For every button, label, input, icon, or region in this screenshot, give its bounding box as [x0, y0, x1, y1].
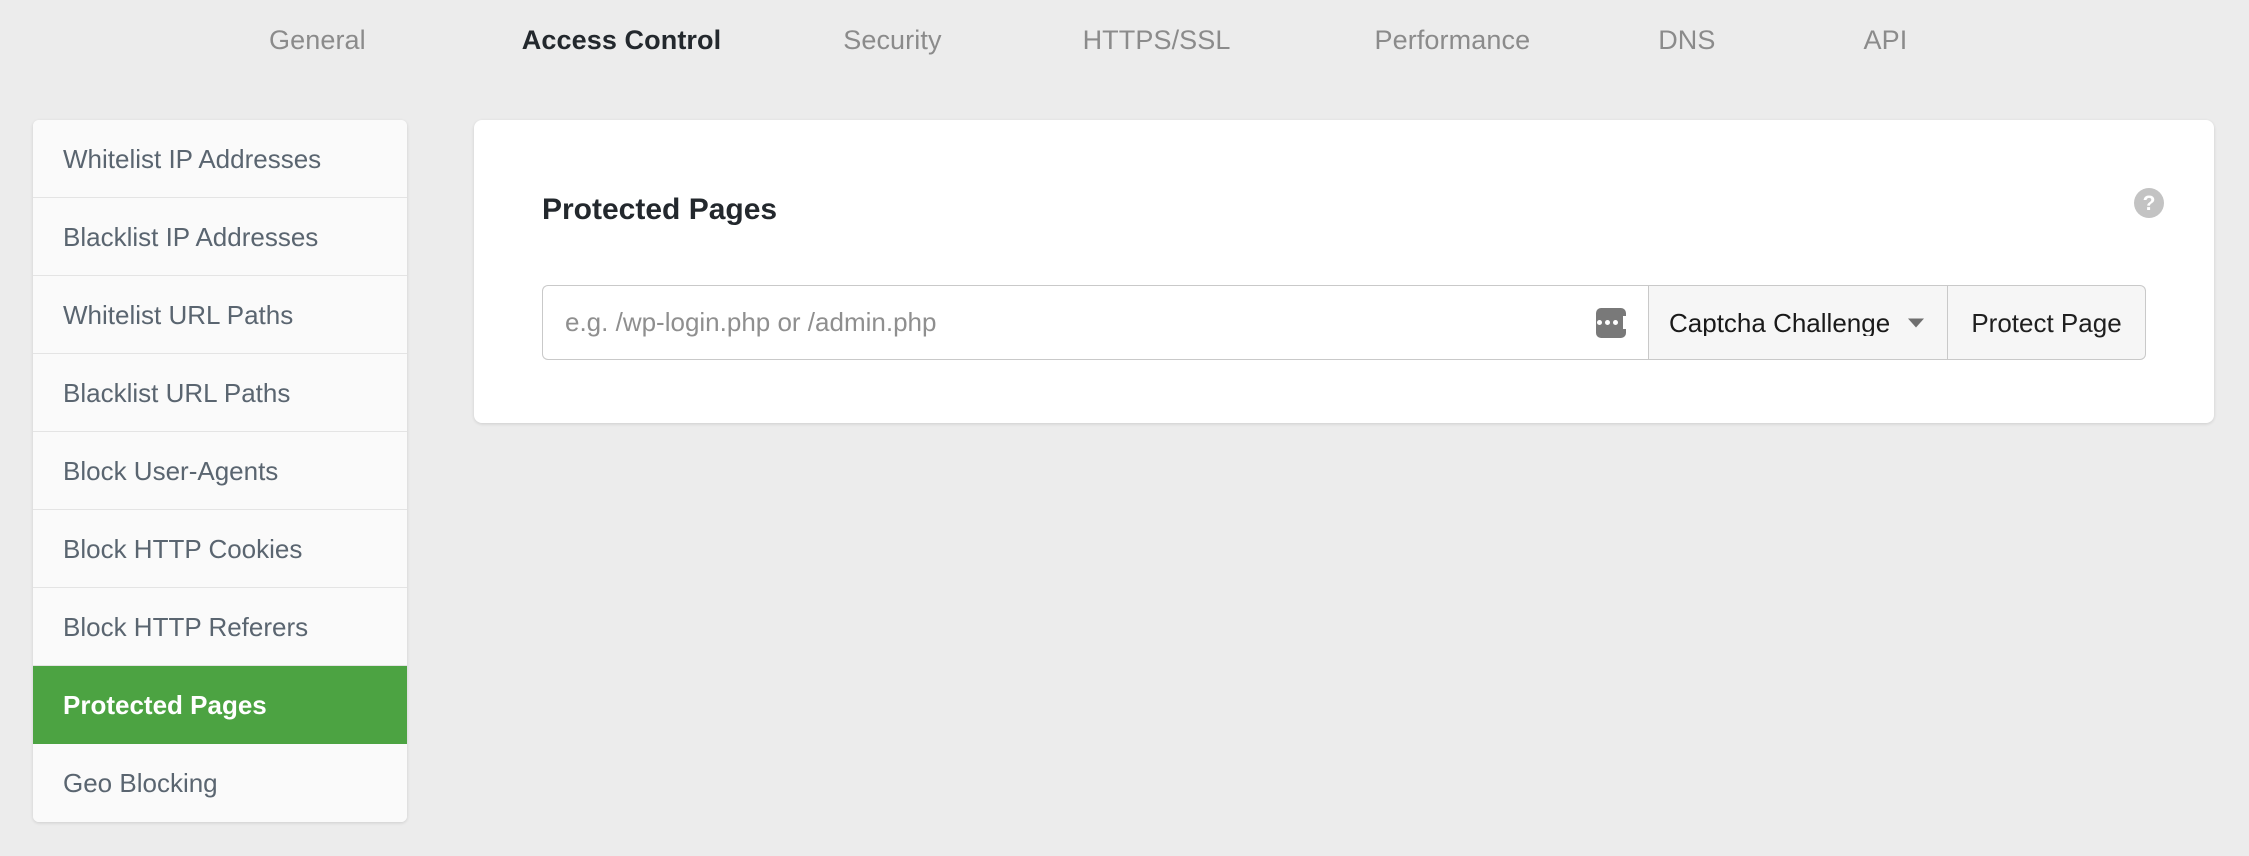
path-field-wrapper	[542, 285, 1648, 360]
sidebar-item-label: Blacklist URL Paths	[63, 377, 291, 408]
tab-https-ssl[interactable]: HTTPS/SSL	[1079, 21, 1235, 60]
challenge-type-wrapper: Captcha Challenge	[1648, 285, 1948, 360]
sidebar-item-protected-pages[interactable]: Protected Pages	[33, 666, 407, 744]
tab-security[interactable]: Security	[839, 21, 945, 60]
sidebar-item-whitelist-url-paths[interactable]: Whitelist URL Paths	[33, 276, 407, 354]
sidebar-item-block-http-cookies[interactable]: Block HTTP Cookies	[33, 510, 407, 588]
password-manager-icon[interactable]	[1596, 307, 1626, 338]
sidebar-item-geo-blocking[interactable]: Geo Blocking	[33, 744, 407, 822]
sidebar-item-block-http-referers[interactable]: Block HTTP Referers	[33, 588, 407, 666]
sidebar-item-label: Geo Blocking	[63, 768, 218, 798]
question-mark-circle-icon[interactable]: ?	[2134, 188, 2164, 218]
sidebar-item-label: Blacklist IP Addresses	[63, 221, 319, 252]
tab-performance[interactable]: Performance	[1371, 21, 1535, 60]
sidebar-item-whitelist-ip-addresses[interactable]: Whitelist IP Addresses	[33, 120, 407, 198]
sidebar-item-block-user-agents[interactable]: Block User-Agents	[33, 432, 407, 510]
tab-dns[interactable]: DNS	[1654, 21, 1719, 60]
protect-page-button[interactable]: Protect Page	[1948, 285, 2146, 360]
settings-tab-bar: General Access Control Security HTTPS/SS…	[0, 0, 2249, 80]
sidebar-item-blacklist-ip-addresses[interactable]: Blacklist IP Addresses	[33, 198, 407, 276]
page-title: Protected Pages	[542, 193, 778, 226]
sidebar-item-label: Block HTTP Referers	[63, 611, 309, 642]
protected-page-path-input[interactable]	[542, 285, 1648, 360]
tab-general[interactable]: General	[265, 21, 370, 60]
sidebar-item-label: Block User-Agents	[63, 455, 279, 486]
sidebar-item-label: Block HTTP Cookies	[63, 533, 303, 564]
sidebar-item-label: Protected Pages	[63, 689, 267, 720]
tab-api[interactable]: API	[1860, 21, 1912, 60]
sidebar-item-label: Whitelist IP Addresses	[63, 143, 322, 174]
sidebar-item-label: Whitelist URL Paths	[63, 299, 294, 330]
sidebar-item-blacklist-url-paths[interactable]: Blacklist URL Paths	[33, 354, 407, 432]
challenge-type-select[interactable]: Captcha Challenge	[1648, 285, 1948, 360]
tab-access-control[interactable]: Access Control	[518, 21, 725, 60]
protected-pages-card: Protected Pages ? Captcha Challenge Prot…	[474, 120, 2214, 423]
access-control-sidebar: Whitelist IP Addresses Blacklist IP Addr…	[33, 120, 407, 822]
protect-page-form: Captcha Challenge Protect Page	[542, 285, 2146, 360]
